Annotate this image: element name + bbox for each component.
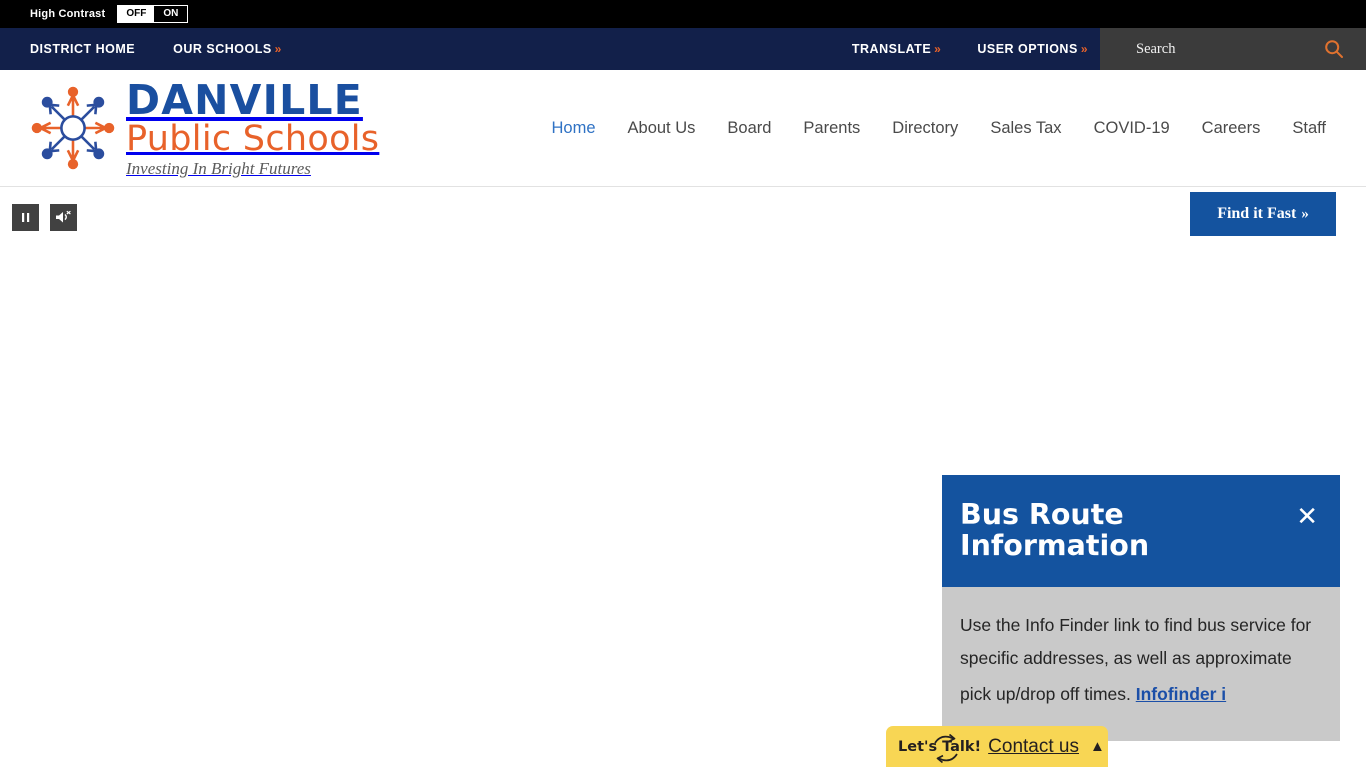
lets-talk-brand-label: Let's Talk! <box>898 738 982 755</box>
nav-item-directory[interactable]: Directory <box>876 111 974 146</box>
high-contrast-on-option[interactable]: ON <box>154 6 188 22</box>
mute-button[interactable] <box>50 204 77 231</box>
bus-route-alert-panel: Bus Route Information ✕ Use the Info Fin… <box>942 475 1340 742</box>
utility-nav-left-group: DISTRICT HOME OUR SCHOOLS» <box>0 28 282 70</box>
brand-tagline: Investing In Bright Futures <box>126 158 311 178</box>
nav-item-home[interactable]: Home <box>536 111 612 146</box>
utility-nav-spacer <box>282 28 852 70</box>
slideshow-controls <box>12 204 77 231</box>
slideshow-stage: Find it Fast » Bus Route Information ✕ U… <box>0 187 1366 767</box>
high-contrast-bar: High Contrast OFF ON <box>0 0 1366 28</box>
pause-icon <box>19 211 32 224</box>
nav-item-covid-19[interactable]: COVID-19 <box>1078 111 1186 146</box>
nav-our-schools-label: OUR SCHOOLS <box>173 42 272 56</box>
nav-user-options-label: USER OPTIONS <box>977 42 1078 56</box>
compass-star-logo-icon <box>30 85 116 171</box>
chevron-right-icon: » <box>1301 205 1309 222</box>
lets-talk-widget[interactable]: Let's Talk! Contact us ▲ <box>886 726 1108 767</box>
search-input[interactable]: Search <box>1136 41 1175 58</box>
nav-translate[interactable]: TRANSLATE» <box>852 42 941 56</box>
close-icon[interactable]: ✕ <box>1296 503 1318 529</box>
contact-us-link[interactable]: Contact us <box>988 736 1079 758</box>
nav-item-board[interactable]: Board <box>711 111 787 146</box>
nav-translate-label: TRANSLATE <box>851 42 932 56</box>
speaker-mute-icon <box>55 210 72 225</box>
nav-district-home[interactable]: DISTRICT HOME <box>30 42 135 56</box>
brand-name-secondary: Public Schools <box>126 118 380 159</box>
nav-user-options[interactable]: USER OPTIONS» <box>977 42 1088 56</box>
high-contrast-off-option[interactable]: OFF <box>118 6 155 22</box>
utility-nav-bar: DISTRICT HOME OUR SCHOOLS» TRANSLATE» US… <box>0 28 1366 70</box>
high-contrast-toggle[interactable]: OFF ON <box>117 5 189 23</box>
brand-name-primary: DANVILLE <box>126 75 363 124</box>
nav-item-parents[interactable]: Parents <box>787 111 876 146</box>
high-contrast-label: High Contrast <box>30 8 106 20</box>
lets-talk-brand: Let's Talk! <box>898 733 982 763</box>
nav-item-careers[interactable]: Careers <box>1186 111 1277 146</box>
alert-title: Bus Route Information <box>960 498 1150 563</box>
nav-item-staff[interactable]: Staff <box>1276 111 1342 146</box>
caret-up-icon[interactable]: ▲ <box>1090 738 1105 755</box>
nav-our-schools[interactable]: OUR SCHOOLS» <box>173 42 282 56</box>
nav-item-sales-tax[interactable]: Sales Tax <box>974 111 1077 146</box>
utility-nav-right-group: TRANSLATE» USER OPTIONS» <box>852 28 1100 70</box>
pause-button[interactable] <box>12 204 39 231</box>
alert-body: Use the Info Finder link to find bus ser… <box>942 587 1340 742</box>
site-logo-link[interactable]: DANVILLE Public Schools Investing In Bri… <box>30 75 380 178</box>
alert-header: Bus Route Information ✕ <box>942 475 1340 587</box>
search-container[interactable]: Search <box>1100 28 1366 70</box>
infofinder-link[interactable]: Infofinder i <box>1136 678 1226 712</box>
chevron-right-icon: » <box>274 42 282 56</box>
main-navigation: Home About Us Board Parents Directory Sa… <box>536 111 1343 146</box>
search-icon[interactable] <box>1324 39 1344 59</box>
find-it-fast-button[interactable]: Find it Fast » <box>1190 192 1336 236</box>
chevron-right-icon: » <box>1080 42 1088 56</box>
nav-district-home-label: DISTRICT HOME <box>30 42 136 56</box>
nav-item-about-us[interactable]: About Us <box>612 111 712 146</box>
find-it-fast-label: Find it Fast <box>1217 205 1297 222</box>
masthead: DANVILLE Public Schools Investing In Bri… <box>0 70 1366 187</box>
brand-wordmark: DANVILLE Public Schools Investing In Bri… <box>126 75 380 178</box>
chevron-right-icon: » <box>934 42 942 56</box>
